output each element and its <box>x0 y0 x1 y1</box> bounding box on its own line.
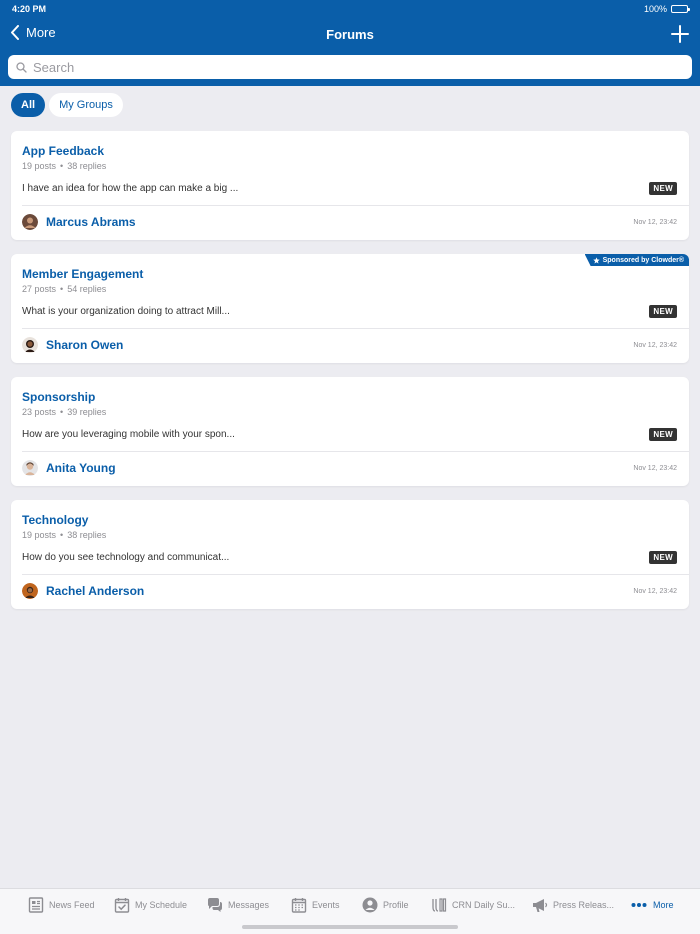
forum-meta: 19 posts • 38 replies <box>22 530 107 540</box>
battery-icon <box>671 5 690 13</box>
post-count: 19 posts <box>22 161 57 171</box>
tab-label: News Feed <box>49 900 95 910</box>
tab-label: Press Releas... <box>553 900 615 910</box>
author[interactable]: Sharon Owen <box>22 337 123 353</box>
calendar-check-icon <box>114 898 130 913</box>
forum-name[interactable]: App Feedback <box>22 144 104 158</box>
author-name: Rachel Anderson <box>46 584 145 598</box>
tab-profile[interactable]: Profile <box>362 897 409 913</box>
forum-preview: What is your organization doing to attra… <box>22 306 230 317</box>
avatar <box>22 460 38 476</box>
person-icon <box>362 897 378 913</box>
author-name: Marcus Abrams <box>46 215 136 229</box>
tab-more[interactable]: More <box>630 897 674 913</box>
tab-label: Messages <box>228 900 270 910</box>
author[interactable]: Anita Young <box>22 460 116 476</box>
post-count: 23 posts <box>22 407 57 417</box>
tab-messages[interactable]: Messages <box>207 897 269 913</box>
timestamp: Nov 12, 23:42 <box>633 219 677 226</box>
timestamp: Nov 12, 23:42 <box>633 588 677 595</box>
new-badge: NEW <box>649 305 677 318</box>
add-icon[interactable] <box>670 24 690 44</box>
battery-percent: 100% <box>643 4 667 14</box>
author[interactable]: Marcus Abrams <box>22 214 136 230</box>
tab-label: Events <box>312 900 340 910</box>
divider <box>22 574 689 575</box>
filter-all[interactable]: All <box>11 93 46 117</box>
more-dots-icon <box>631 903 647 907</box>
search-bar[interactable] <box>8 55 692 79</box>
avatar <box>22 583 38 599</box>
reply-count: 54 replies <box>67 284 107 294</box>
tab-my-schedule[interactable]: My Schedule <box>114 897 187 913</box>
forum-meta: 19 posts • 38 replies <box>22 161 107 171</box>
forum-preview: How are you leveraging mobile with your … <box>22 429 235 440</box>
tab-label: More <box>653 900 674 910</box>
forum-card[interactable]: App Feedback 19 posts • 38 replies I have … <box>11 131 689 240</box>
tab-bar: News Feed My Schedule Messages Events Pr… <box>0 888 700 934</box>
post-count: 27 posts <box>22 284 57 294</box>
star-icon <box>592 256 600 264</box>
nav-bar: More Forums <box>0 22 700 48</box>
tab-label: My Schedule <box>135 900 188 910</box>
timestamp: Nov 12, 23:42 <box>633 342 677 349</box>
sponsored-badge: Sponsored by Clowder® <box>584 254 689 266</box>
divider <box>22 451 689 452</box>
tab-crn-daily[interactable]: CRN Daily Su... <box>431 897 515 913</box>
divider <box>22 205 689 206</box>
tab-press-releases[interactable]: Press Releas... <box>532 897 614 913</box>
divider <box>22 328 689 329</box>
battery-status: 100% <box>643 4 690 14</box>
forum-meta: 23 posts • 39 replies <box>22 407 107 417</box>
avatar <box>22 337 38 353</box>
author[interactable]: Rachel Anderson <box>22 583 144 599</box>
news-feed-icon <box>28 897 44 913</box>
megaphone-icon <box>533 899 548 912</box>
avatar <box>22 214 38 230</box>
post-count: 19 posts <box>22 530 57 540</box>
tab-label: Profile <box>383 900 409 910</box>
forum-preview: How do you see technology and communicat… <box>22 552 230 563</box>
home-indicator[interactable] <box>242 925 458 929</box>
forum-meta: 27 posts • 54 replies <box>22 284 107 294</box>
forum-card[interactable]: Sponsored by Clowder® Member Engagement … <box>11 254 689 363</box>
status-time: 4:20 PM <box>12 4 47 14</box>
header: 4:20 PM 100% More Forums <box>0 0 700 86</box>
chat-bubbles-icon <box>208 898 222 912</box>
filter-my-groups[interactable]: My Groups <box>49 93 123 117</box>
search-icon <box>16 61 27 73</box>
timestamp: Nov 12, 23:42 <box>633 465 677 472</box>
forum-name[interactable]: Member Engagement <box>22 267 143 281</box>
daily-icon <box>432 898 447 912</box>
calendar-icon <box>291 898 307 913</box>
author-name: Sharon Owen <box>46 338 124 352</box>
new-badge: NEW <box>649 551 677 564</box>
forum-preview: I have an idea for how the app can make … <box>22 183 239 194</box>
author-name: Anita Young <box>46 461 116 475</box>
filter-chips: All My Groups <box>11 93 123 117</box>
tab-news-feed[interactable]: News Feed <box>28 897 95 913</box>
forum-name[interactable]: Sponsorship <box>22 390 95 404</box>
forum-card[interactable]: Sponsorship 23 posts • 39 replies How are … <box>11 377 689 486</box>
page-title: Forums <box>326 27 374 42</box>
forum-card[interactable]: Technology 19 posts • 38 replies How do yo… <box>11 500 689 609</box>
reply-count: 38 replies <box>67 530 107 540</box>
reply-count: 39 replies <box>67 407 107 417</box>
new-badge: NEW <box>649 182 677 195</box>
sponsored-label: Sponsored by Clowder® <box>602 256 684 264</box>
reply-count: 38 replies <box>67 161 107 171</box>
forum-name[interactable]: Technology <box>22 513 88 527</box>
search-input[interactable] <box>33 59 673 75</box>
tab-label: CRN Daily Su... <box>452 900 516 910</box>
new-badge: NEW <box>649 428 677 441</box>
status-bar: 4:20 PM 100% <box>12 4 690 16</box>
tab-events[interactable]: Events <box>291 897 340 913</box>
